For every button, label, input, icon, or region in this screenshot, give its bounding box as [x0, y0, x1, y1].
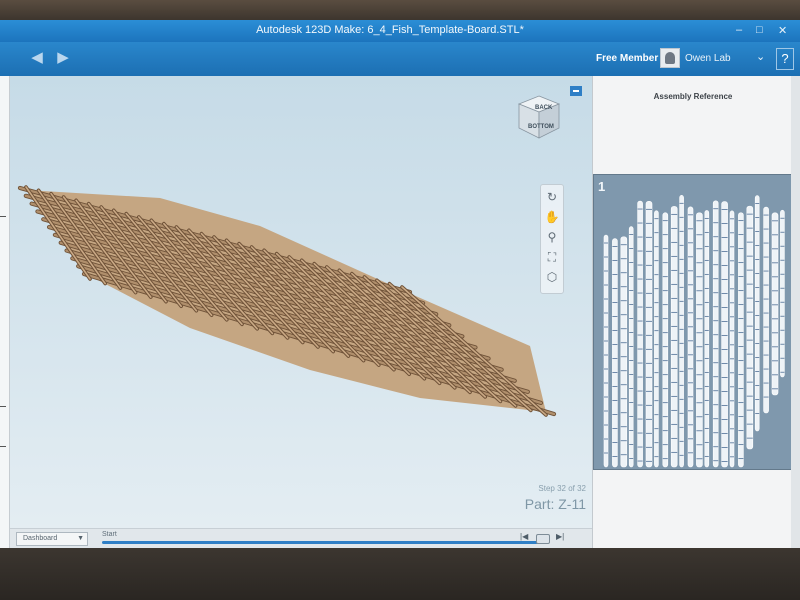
- sheet-number: 1: [598, 179, 606, 194]
- fish-slice-model[interactable]: [10, 76, 592, 548]
- cut-part: [679, 195, 684, 468]
- panel-scrollbar[interactable]: [791, 76, 800, 548]
- part-label: Part: Z-11: [524, 496, 586, 512]
- zoom-icon[interactable]: ⚲: [544, 229, 560, 245]
- cut-part: [603, 234, 609, 468]
- step-slider-track[interactable]: [102, 541, 542, 544]
- monitor-bezel: Autodesk 123D Make: 6_4_Fish_Template-Bo…: [0, 0, 800, 600]
- username[interactable]: Owen Lab: [685, 53, 731, 64]
- bezel-top: [0, 0, 800, 22]
- step-back-button[interactable]: |◀: [520, 532, 528, 541]
- cut-part: [780, 209, 785, 378]
- pan-icon[interactable]: ✋: [544, 209, 560, 225]
- left-panel-edge[interactable]: [0, 76, 10, 548]
- cut-part: [721, 201, 728, 468]
- forward-arrow-icon[interactable]: ▶: [52, 50, 74, 66]
- left-panel-tick: [0, 406, 6, 407]
- 3d-viewport[interactable]: BACK BOTTOM ↻ ✋ ⚲ ⛶ ⬡ Step 32 of 32 Part…: [10, 76, 592, 548]
- step-bar: Dashboard ▼ Start |◀ ▶|: [10, 528, 592, 548]
- view-cube-top-label: BACK: [535, 105, 553, 111]
- cut-part: [771, 212, 779, 396]
- cut-sheet[interactable]: 1: [593, 174, 793, 470]
- monitor-brand: [260, 568, 460, 580]
- back-arrow-icon[interactable]: ◀: [26, 50, 48, 66]
- cut-part: [712, 200, 719, 468]
- avatar[interactable]: [660, 48, 680, 68]
- help-button[interactable]: ?: [776, 48, 794, 70]
- cut-part: [754, 195, 760, 432]
- window-title: Autodesk 123D Make: 6_4_Fish_Template-Bo…: [256, 24, 524, 36]
- cut-part: [738, 212, 744, 468]
- start-label: Start: [102, 531, 117, 538]
- cut-part: [612, 238, 618, 468]
- expand-icon[interactable]: [570, 86, 582, 96]
- left-panel-tick: [0, 216, 6, 217]
- navigation-toolbar: ↻ ✋ ⚲ ⛶ ⬡: [540, 184, 564, 294]
- assembly-reference-panel: Assembly Reference 1: [592, 76, 800, 548]
- cut-part: [645, 201, 653, 468]
- step-forward-button[interactable]: ▶|: [556, 532, 564, 541]
- maximize-button[interactable]: □: [756, 24, 763, 36]
- cut-sheet-parts: [603, 195, 785, 468]
- step-counter: Step 32 of 32: [538, 484, 586, 493]
- toolbar: ◀ ▶ Free Member Owen Lab ⌄ ?: [0, 42, 800, 76]
- close-button[interactable]: ✕: [778, 24, 787, 37]
- left-panel-tick: [0, 446, 6, 447]
- home-view-icon[interactable]: ⬡: [544, 269, 560, 285]
- display-mode-select[interactable]: Dashboard ▼: [16, 532, 88, 546]
- app-window: Autodesk 123D Make: 6_4_Fish_Template-Bo…: [0, 20, 800, 548]
- cut-part: [670, 206, 678, 468]
- orbit-icon[interactable]: ↻: [544, 189, 560, 205]
- cut-part: [620, 236, 628, 468]
- chevron-down-icon: ▼: [77, 535, 84, 542]
- cut-part: [687, 206, 694, 468]
- cut-part: [637, 200, 643, 468]
- fit-view-icon[interactable]: ⛶: [544, 249, 560, 265]
- membership-label: Free Member: [596, 53, 659, 64]
- step-slider-thumb[interactable]: [536, 534, 550, 544]
- minimize-button[interactable]: –: [736, 24, 742, 36]
- assembly-title: Assembly Reference: [653, 92, 733, 101]
- cut-part: [696, 212, 703, 468]
- cut-part: [763, 206, 769, 414]
- title-bar: Autodesk 123D Make: 6_4_Fish_Template-Bo…: [0, 20, 800, 42]
- cut-part: [746, 205, 754, 450]
- chevron-down-icon[interactable]: ⌄: [756, 50, 765, 63]
- cut-part: [662, 212, 669, 468]
- view-cube[interactable]: [515, 94, 563, 142]
- user-icon: [665, 52, 675, 64]
- view-cube-front-label: BOTTOM: [528, 124, 554, 130]
- display-mode-value: Dashboard: [23, 535, 58, 542]
